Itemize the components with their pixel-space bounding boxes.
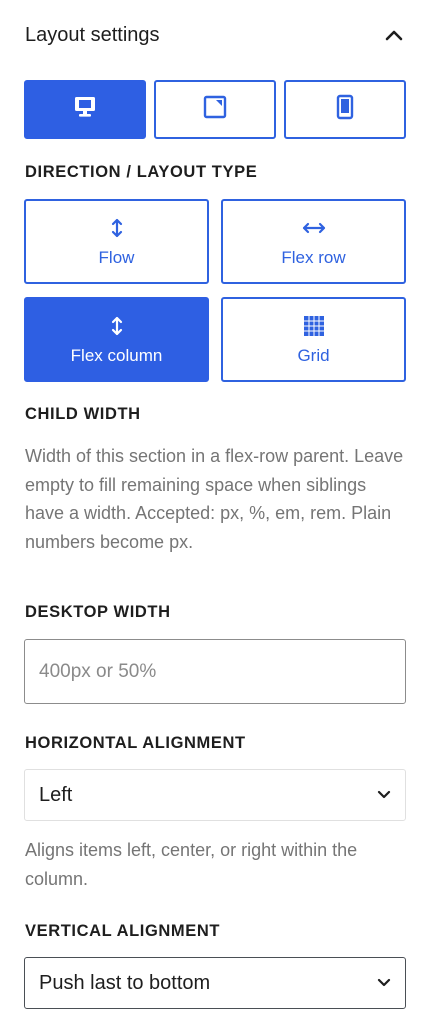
panel-title: Layout settings [25, 23, 160, 46]
device-tablet-button[interactable] [154, 80, 276, 139]
layout-type-flow-button[interactable]: Flow [24, 199, 209, 284]
layout-type-label: Flex column [70, 345, 163, 365]
direction-label: DIRECTION / LAYOUT TYPE [25, 163, 258, 181]
horizontal-alignment-value: Left [39, 783, 73, 806]
vertical-alignment-select[interactable]: Push last to bottom [24, 957, 406, 1009]
layout-type-flex-row-button[interactable]: Flex row [221, 199, 406, 284]
grid-icon [303, 314, 325, 338]
chevron-down-icon [377, 786, 391, 804]
layout-type-label: Grid [297, 345, 330, 365]
device-switcher [24, 80, 406, 139]
horizontal-arrows-icon [301, 216, 327, 240]
desktop-width-input[interactable] [24, 639, 406, 704]
chevron-up-icon[interactable] [383, 24, 405, 46]
vertical-alignment-label: VERTICAL ALIGNMENT [25, 922, 221, 940]
layout-type-label: Flow [98, 247, 135, 267]
desktop-width-label: DESKTOP WIDTH [25, 603, 171, 621]
layout-settings-panel: Layout settings DIRECTION / LAYOUT TYPE … [0, 0, 432, 1024]
child-width-label: CHILD WIDTH [25, 405, 141, 423]
layout-type-grid-button[interactable]: Grid [221, 297, 406, 382]
device-mobile-button[interactable] [284, 80, 406, 139]
child-width-help: Width of this section in a flex-row pare… [25, 446, 404, 552]
mobile-icon [335, 94, 355, 125]
horizontal-alignment-help: Aligns items left, center, or right with… [25, 840, 358, 889]
panel-header[interactable]: Layout settings [25, 22, 405, 48]
vertical-alignment-value: Push last to bottom [39, 971, 211, 994]
layout-type-options: Flow Flex row Flex column Grid [24, 199, 406, 382]
desktop-icon [72, 95, 98, 124]
layout-type-label: Flex row [281, 247, 346, 267]
horizontal-alignment-select[interactable]: Left [24, 769, 406, 821]
layout-type-flex-column-button[interactable]: Flex column [24, 297, 209, 382]
vertical-arrows-icon [110, 314, 124, 338]
vertical-arrows-icon [110, 216, 124, 240]
chevron-down-icon [377, 974, 391, 992]
device-desktop-button[interactable] [24, 80, 146, 139]
horizontal-alignment-label: HORIZONTAL ALIGNMENT [25, 734, 246, 752]
tablet-icon [202, 94, 228, 125]
